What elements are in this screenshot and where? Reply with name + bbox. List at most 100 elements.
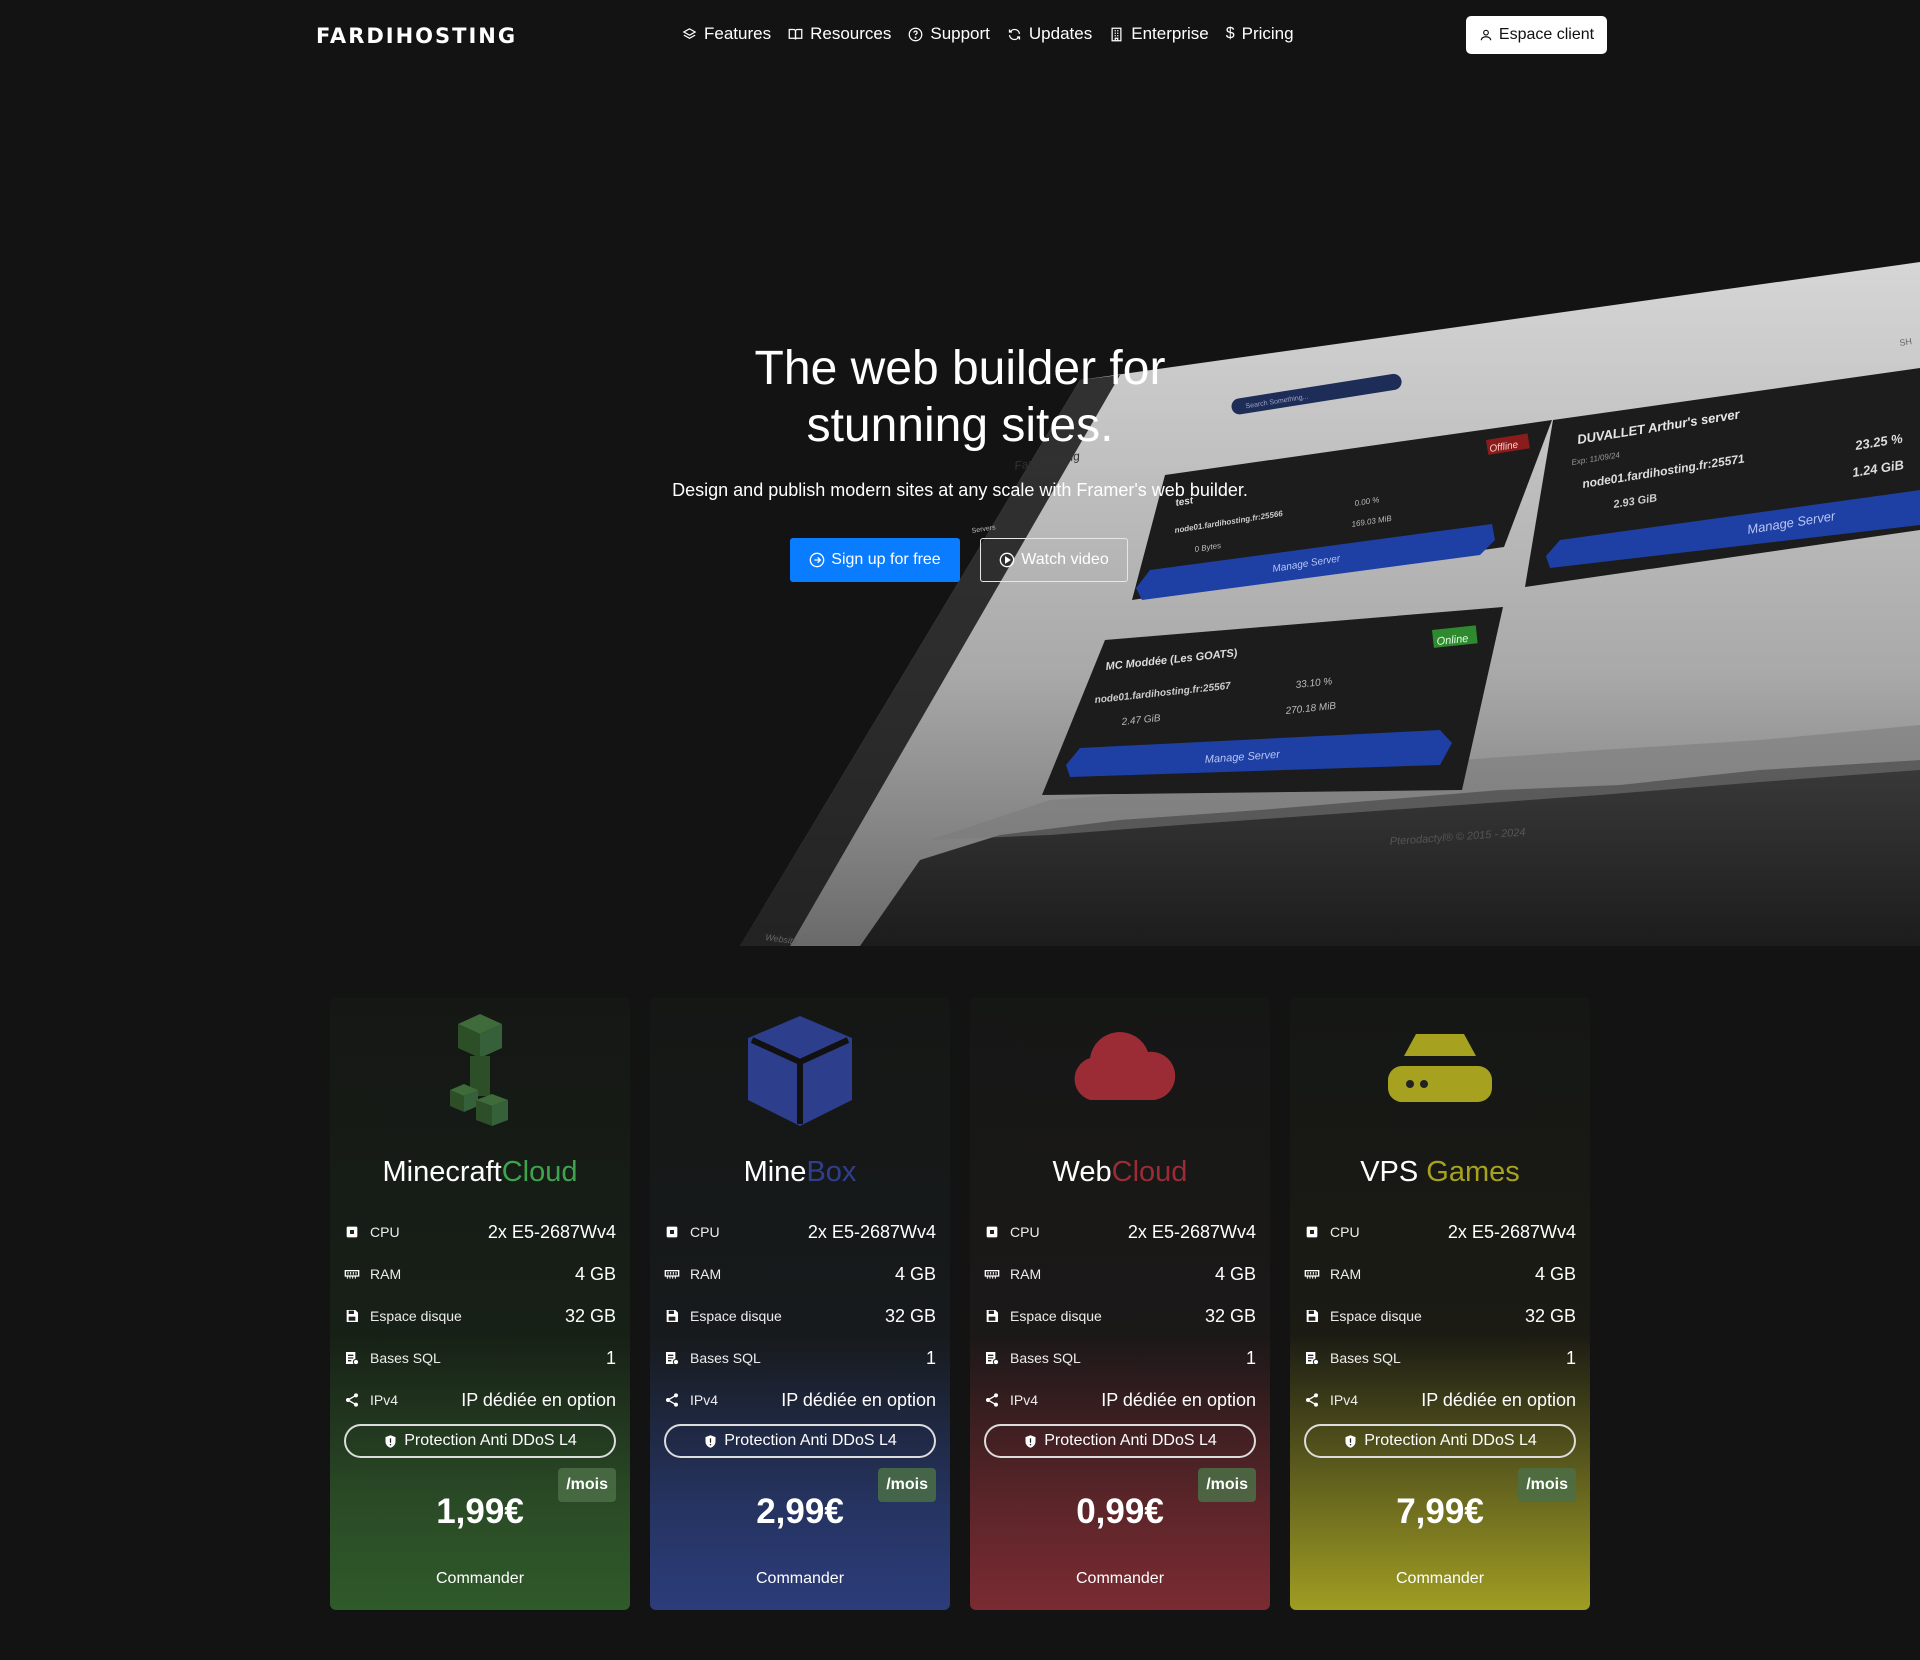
spec-label: Bases SQL	[690, 1350, 761, 1366]
nav-item-support[interactable]: Support	[908, 24, 990, 44]
hero-subtitle: Design and publish modern sites at any s…	[672, 480, 1248, 500]
database-icon	[346, 1352, 360, 1366]
nav-item-label: Updates	[1028, 24, 1093, 43]
hero-title: The web builder for stunning sites.	[660, 340, 1260, 454]
spec-ram: RAM 4 GB	[664, 1262, 936, 1286]
spec-value: IP dédiée en option	[1421, 1389, 1576, 1410]
save-icon	[986, 1310, 998, 1322]
nav-item-updates[interactable]: Updates	[1007, 24, 1092, 44]
spec-ram: RAM 4 GB	[1304, 1262, 1576, 1286]
spec-disk: Espace disque 32 GB	[1304, 1304, 1576, 1328]
spec-label: Espace disque	[370, 1308, 462, 1324]
share-icon	[986, 1393, 998, 1407]
cpu-icon	[346, 1226, 358, 1238]
spec-value: 2x E5-2687Wv4	[1127, 1221, 1256, 1242]
dollar-icon: $	[1225, 25, 1235, 42]
spec-disk: Espace disque 32 GB	[344, 1304, 616, 1328]
nav-item-label: Features	[704, 24, 772, 43]
spec-sql: Bases SQL 1	[664, 1346, 936, 1370]
ddos-label: Protection Anti DDoS L4	[724, 1432, 897, 1449]
spec-label: RAM	[690, 1266, 722, 1282]
spec-sql: Bases SQL 1	[1304, 1346, 1576, 1370]
ddos-label: Protection Anti DDoS L4	[1044, 1432, 1217, 1449]
spec-label: IPv4	[370, 1392, 399, 1408]
database-icon	[666, 1352, 680, 1366]
spec-sql: Bases SQL 1	[344, 1346, 616, 1370]
spec-value: 4 GB	[894, 1263, 936, 1284]
nav-item-enterprise[interactable]: Enterprise	[1109, 24, 1209, 44]
hero-title-line2: stunning sites.	[806, 399, 1114, 452]
spec-disk: Espace disque 32 GB	[664, 1304, 936, 1328]
spec-label: CPU	[690, 1224, 720, 1240]
creeper-icon	[450, 1014, 508, 1126]
spec-label: Bases SQL	[1010, 1350, 1081, 1366]
cpu-icon	[666, 1226, 678, 1238]
plan-title-main: Minecraft	[382, 1156, 502, 1188]
spec-sql: Bases SQL 1	[984, 1346, 1256, 1370]
spec-value: 32 GB	[1524, 1305, 1576, 1326]
shield-icon	[1025, 1434, 1036, 1448]
layers-icon	[682, 27, 697, 39]
spec-label: Espace disque	[690, 1308, 782, 1324]
signup-button[interactable]: Sign up for free	[790, 538, 960, 582]
order-button[interactable]: Commander	[970, 1570, 1270, 1588]
spec-label: RAM	[1330, 1266, 1362, 1282]
watch-video-button[interactable]: Watch video	[980, 538, 1128, 582]
memory-icon	[984, 1270, 1000, 1279]
nav-item-features[interactable]: Features	[682, 24, 771, 44]
plan-title-accent: Cloud	[501, 1156, 578, 1188]
spec-value: 4 GB	[574, 1263, 616, 1284]
nav-item-label: Pricing	[1241, 24, 1294, 43]
plan-card-minebox: MineBox CPU 2x E5-2687Wv4 RAM 4 GB Espac…	[650, 998, 950, 1610]
ddos-protection-pill: Protection Anti DDoS L4	[1304, 1424, 1576, 1458]
nav-item-resources[interactable]: Resources	[788, 24, 891, 44]
hero-title-line1: The web builder for	[754, 342, 1166, 395]
spec-value: 1	[605, 1347, 616, 1368]
plan-title-main: Mine	[743, 1156, 807, 1188]
order-button[interactable]: Commander	[1290, 1570, 1590, 1588]
spec-cpu: CPU 2x E5-2687Wv4	[1304, 1220, 1576, 1244]
spec-label: RAM	[1010, 1266, 1042, 1282]
order-button[interactable]: Commander	[650, 1570, 950, 1588]
plan-title: VPS Games	[1290, 1156, 1590, 1189]
arrow-circle-icon	[809, 552, 825, 568]
spec-value: 2x E5-2687Wv4	[807, 1221, 936, 1242]
client-area-button[interactable]: Espace client	[1466, 16, 1607, 54]
watch-video-label: Watch video	[1021, 551, 1109, 568]
spec-ipv4: IPv4 IP dédiée en option	[1304, 1388, 1576, 1412]
ddos-protection-pill: Protection Anti DDoS L4	[984, 1424, 1256, 1458]
signup-label: Sign up for free	[831, 551, 941, 568]
spec-label: IPv4	[1330, 1392, 1359, 1408]
database-icon	[986, 1352, 1000, 1366]
user-icon	[1480, 29, 1492, 41]
memory-icon	[344, 1270, 360, 1279]
plan-price: 7,99€	[1396, 1492, 1484, 1531]
spec-label: IPv4	[690, 1392, 719, 1408]
spec-label: IPv4	[1010, 1392, 1039, 1408]
spec-value: 32 GB	[884, 1305, 936, 1326]
building-icon	[1111, 27, 1122, 41]
spec-label: Bases SQL	[370, 1350, 441, 1366]
spec-cpu: CPU 2x E5-2687Wv4	[984, 1220, 1256, 1244]
spec-value: 2x E5-2687Wv4	[487, 1221, 616, 1242]
client-area-label: Espace client	[1498, 26, 1595, 43]
plan-card-webcloud: WebCloud CPU 2x E5-2687Wv4 RAM 4 GB Espa…	[970, 998, 1270, 1610]
spec-label: Espace disque	[1330, 1308, 1422, 1324]
plan-title: MinecraftCloud	[330, 1156, 630, 1189]
spec-value: 4 GB	[1214, 1263, 1256, 1284]
brand-logo[interactable]: FARDIHOSTING	[316, 24, 517, 48]
plan-price: 0,99€	[1076, 1492, 1164, 1531]
save-icon	[666, 1310, 678, 1322]
memory-icon	[664, 1270, 680, 1279]
spec-value: IP dédiée en option	[1101, 1389, 1256, 1410]
shield-icon	[1345, 1434, 1356, 1448]
nav-item-pricing[interactable]: $ Pricing	[1226, 24, 1294, 44]
spec-value: IP dédiée en option	[781, 1389, 936, 1410]
order-button[interactable]: Commander	[330, 1570, 630, 1588]
plan-title-main: Web	[1052, 1156, 1112, 1188]
nav-item-label: Support	[930, 24, 990, 43]
ddos-label: Protection Anti DDoS L4	[404, 1432, 577, 1449]
spec-ipv4: IPv4 IP dédiée en option	[344, 1388, 616, 1412]
top-navbar: FARDIHOSTING Features Resources Support …	[0, 0, 1920, 70]
cloud-icon	[1074, 1032, 1176, 1100]
